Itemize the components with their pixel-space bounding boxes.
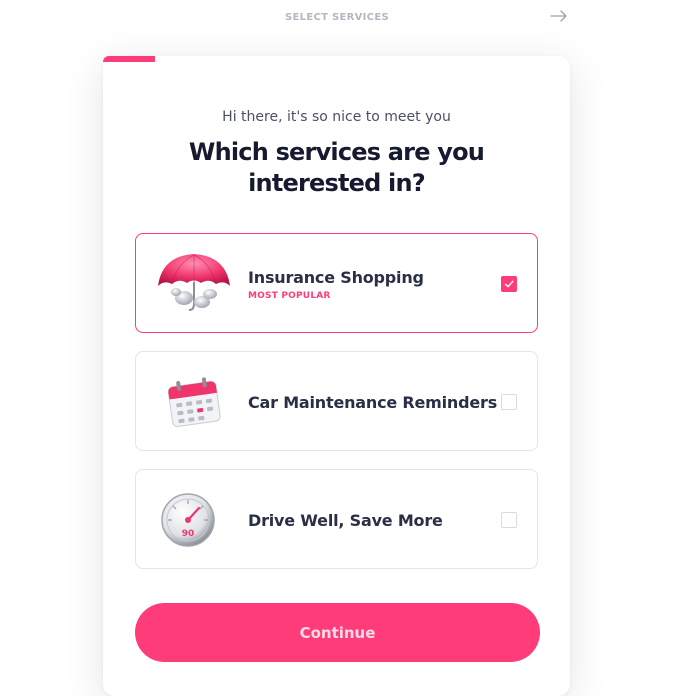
- option-drive-well[interactable]: 90 Drive Well, Save More: [135, 469, 538, 569]
- page-title: Which services are you interested in?: [188, 138, 485, 197]
- checkbox-insurance-shopping[interactable]: [501, 276, 517, 292]
- step-title: SELECT SERVICES: [285, 12, 389, 23]
- option-insurance-shopping[interactable]: Insurance Shopping MOST POPULAR: [135, 233, 538, 333]
- calendar-icon: [154, 368, 234, 434]
- checkbox-car-maintenance[interactable]: [501, 394, 517, 410]
- checkbox-drive-well[interactable]: [501, 512, 517, 528]
- option-car-maintenance[interactable]: Car Maintenance Reminders: [135, 351, 538, 451]
- services-card: Hi there, it's so nice to meet you Which…: [103, 56, 570, 696]
- umbrella-icon: [154, 250, 234, 316]
- option-label: Insurance Shopping: [248, 268, 424, 287]
- progress-bar: [103, 56, 155, 62]
- most-popular-badge: MOST POPULAR: [248, 291, 331, 301]
- arrow-right-icon[interactable]: [549, 7, 569, 25]
- greeting-text: Hi there, it's so nice to meet you: [222, 109, 451, 125]
- continue-button[interactable]: Continue: [135, 603, 540, 662]
- top-bar: SELECT SERVICES: [0, 0, 679, 40]
- option-label: Drive Well, Save More: [248, 511, 443, 530]
- speedometer-icon: 90: [154, 486, 234, 552]
- svg-text:90: 90: [182, 529, 195, 539]
- option-label: Car Maintenance Reminders: [248, 393, 498, 412]
- checkmark-icon: [504, 280, 514, 288]
